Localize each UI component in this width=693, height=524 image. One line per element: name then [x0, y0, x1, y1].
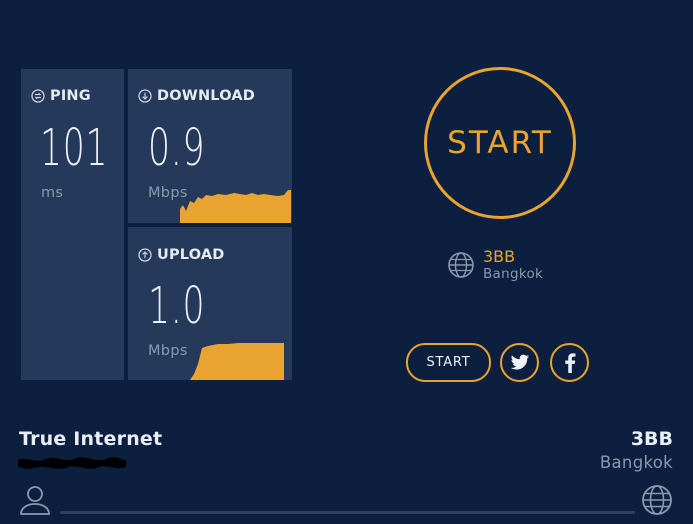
ping-header: PING	[31, 88, 91, 104]
user-icon[interactable]	[19, 484, 51, 516]
download-value: 0.9	[148, 119, 206, 178]
server-name: 3BB	[483, 247, 516, 266]
download-graph	[180, 190, 291, 223]
ping-label: PING	[50, 88, 91, 104]
upload-label: UPLOAD	[157, 247, 225, 263]
server-text: 3BB Bangkok	[483, 247, 544, 283]
twitter-share-button[interactable]	[500, 343, 539, 382]
facebook-icon	[564, 352, 575, 373]
ping-panel: PING 101 ms	[21, 69, 124, 380]
redacted-ip-address	[18, 457, 126, 469]
server-city: Bangkok	[483, 266, 544, 282]
upload-header: UPLOAD	[138, 247, 225, 263]
host-city: Bangkok	[599, 453, 673, 472]
twitter-icon	[510, 354, 529, 370]
connection-line	[60, 511, 635, 514]
isp-name: True Internet	[19, 428, 163, 450]
upload-icon	[138, 248, 152, 262]
facebook-share-button[interactable]	[550, 343, 589, 382]
globe-icon	[448, 252, 474, 278]
upload-graph	[190, 343, 284, 380]
download-panel: DOWNLOAD 0.9 Mbps	[128, 69, 292, 223]
start-button[interactable]: START	[424, 67, 576, 219]
download-icon	[138, 89, 152, 103]
download-header: DOWNLOAD	[138, 88, 255, 104]
ping-icon	[31, 89, 45, 103]
ping-value: 101	[40, 119, 109, 178]
host-name: 3BB	[630, 428, 673, 450]
server-selector[interactable]: 3BB Bangkok	[447, 248, 543, 282]
upload-panel: UPLOAD 1.0 Mbps	[128, 227, 292, 380]
globe-icon[interactable]	[641, 484, 673, 516]
upload-value: 1.0	[148, 277, 206, 336]
small-start-button[interactable]: START	[406, 343, 491, 382]
ping-unit: ms	[41, 185, 64, 201]
download-label: DOWNLOAD	[157, 88, 256, 104]
